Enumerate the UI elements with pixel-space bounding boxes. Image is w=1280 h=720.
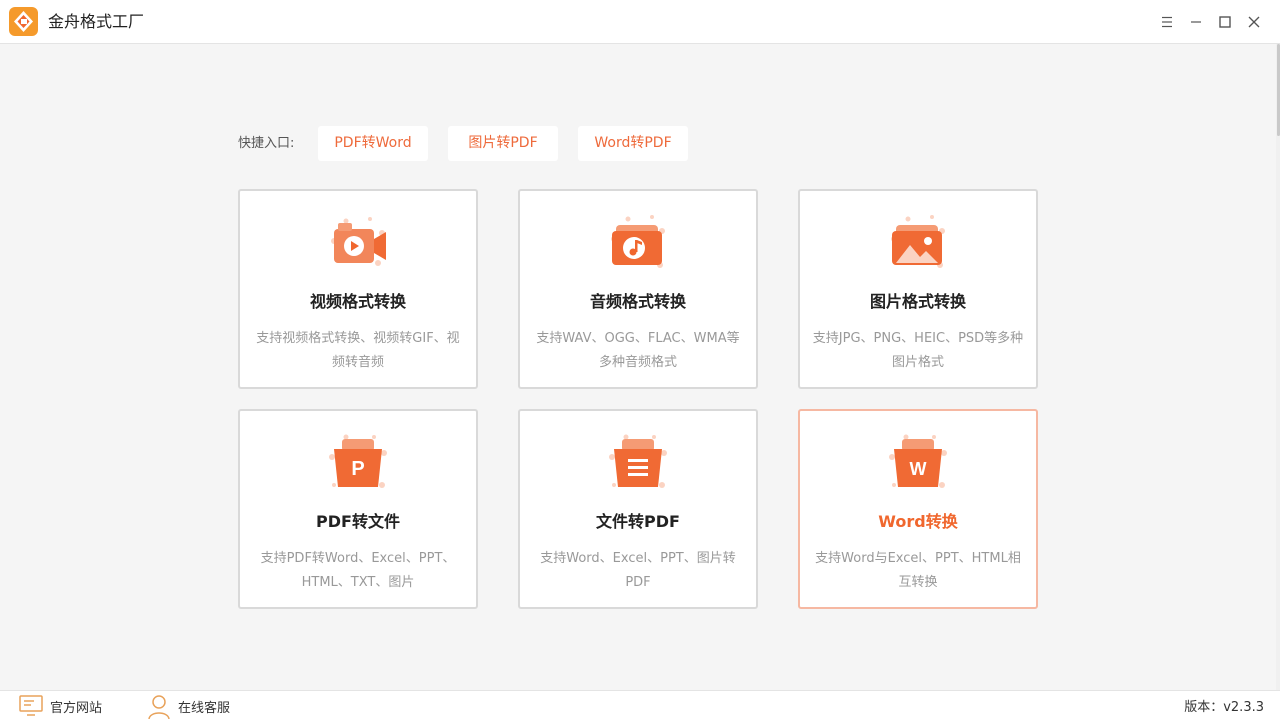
version-label: 版本：v2.3.3 bbox=[1184, 700, 1264, 715]
card-audio-convert[interactable]: 音频格式转换 支持WAV、OGG、FLAC、WMA等多种音频格式 bbox=[518, 189, 758, 389]
card-title: 音频格式转换 bbox=[589, 292, 686, 311]
user-icon bbox=[148, 695, 170, 719]
scrollbar-track[interactable] bbox=[1276, 44, 1280, 690]
maximize-icon[interactable] bbox=[1214, 11, 1236, 33]
card-description: 支持JPG、PNG、HEIC、PSD等多种图片格式 bbox=[812, 331, 1024, 370]
svg-text:P: P bbox=[351, 458, 364, 480]
document-icon bbox=[606, 431, 670, 495]
online-support-link[interactable]: 在线客服 bbox=[146, 691, 230, 720]
card-pdf-to-file[interactable]: P PDF转文件 支持PDF转Word、Excel、PPT、HTML、TXT、图… bbox=[238, 409, 478, 609]
quick-word-to-pdf-button[interactable]: Word转PDF bbox=[578, 126, 688, 161]
title-bar: 金舟格式工厂 bbox=[0, 0, 1280, 44]
monitor-icon bbox=[19, 695, 43, 716]
image-icon bbox=[886, 211, 950, 275]
card-title: 文件转PDF bbox=[596, 512, 680, 531]
svg-text:W: W bbox=[910, 459, 927, 479]
card-title: 视频格式转换 bbox=[309, 292, 406, 311]
online-support-label: 在线客服 bbox=[178, 700, 231, 716]
card-description: 支持视频格式转换、视频转GIF、视频转音频 bbox=[256, 331, 460, 370]
card-description: 支持Word与Excel、PPT、HTML相互转换 bbox=[815, 551, 1021, 590]
card-description: 支持Word、Excel、PPT、图片转PDF bbox=[540, 551, 736, 590]
minimize-icon[interactable] bbox=[1185, 11, 1207, 33]
pdf-file-icon: P bbox=[326, 431, 390, 495]
card-file-to-pdf[interactable]: 文件转PDF 支持Word、Excel、PPT、图片转PDF bbox=[518, 409, 758, 609]
app-logo-icon bbox=[9, 7, 38, 36]
quick-pdf-to-word-button[interactable]: PDF转Word bbox=[318, 126, 428, 161]
card-video-convert[interactable]: 视频格式转换 支持视频格式转换、视频转GIF、视频转音频 bbox=[238, 189, 478, 389]
menu-icon[interactable] bbox=[1156, 11, 1178, 33]
music-note-icon bbox=[606, 211, 670, 275]
video-camera-icon bbox=[326, 211, 390, 275]
card-word-convert[interactable]: W Word转换 支持Word与Excel、PPT、HTML相互转换 bbox=[798, 409, 1038, 609]
app-title: 金舟格式工厂 bbox=[48, 12, 145, 31]
official-website-link[interactable]: 官方网站 bbox=[18, 691, 102, 720]
card-title: 图片格式转换 bbox=[869, 292, 966, 311]
card-title: PDF转文件 bbox=[316, 512, 400, 531]
card-title: Word转换 bbox=[878, 512, 958, 531]
close-icon[interactable] bbox=[1243, 11, 1265, 33]
card-description: 支持PDF转Word、Excel、PPT、HTML、TXT、图片 bbox=[260, 551, 456, 590]
quick-entry-label: 快捷入口: bbox=[238, 136, 295, 151]
official-website-label: 官方网站 bbox=[50, 700, 103, 716]
word-file-icon: W bbox=[886, 431, 950, 495]
quick-image-to-pdf-button[interactable]: 图片转PDF bbox=[448, 126, 558, 161]
card-description: 支持WAV、OGG、FLAC、WMA等多种音频格式 bbox=[536, 331, 740, 370]
footer-bar: 官方网站 在线客服 版本：v2.3.3 bbox=[0, 690, 1280, 720]
card-image-convert[interactable]: 图片格式转换 支持JPG、PNG、HEIC、PSD等多种图片格式 bbox=[798, 189, 1038, 389]
